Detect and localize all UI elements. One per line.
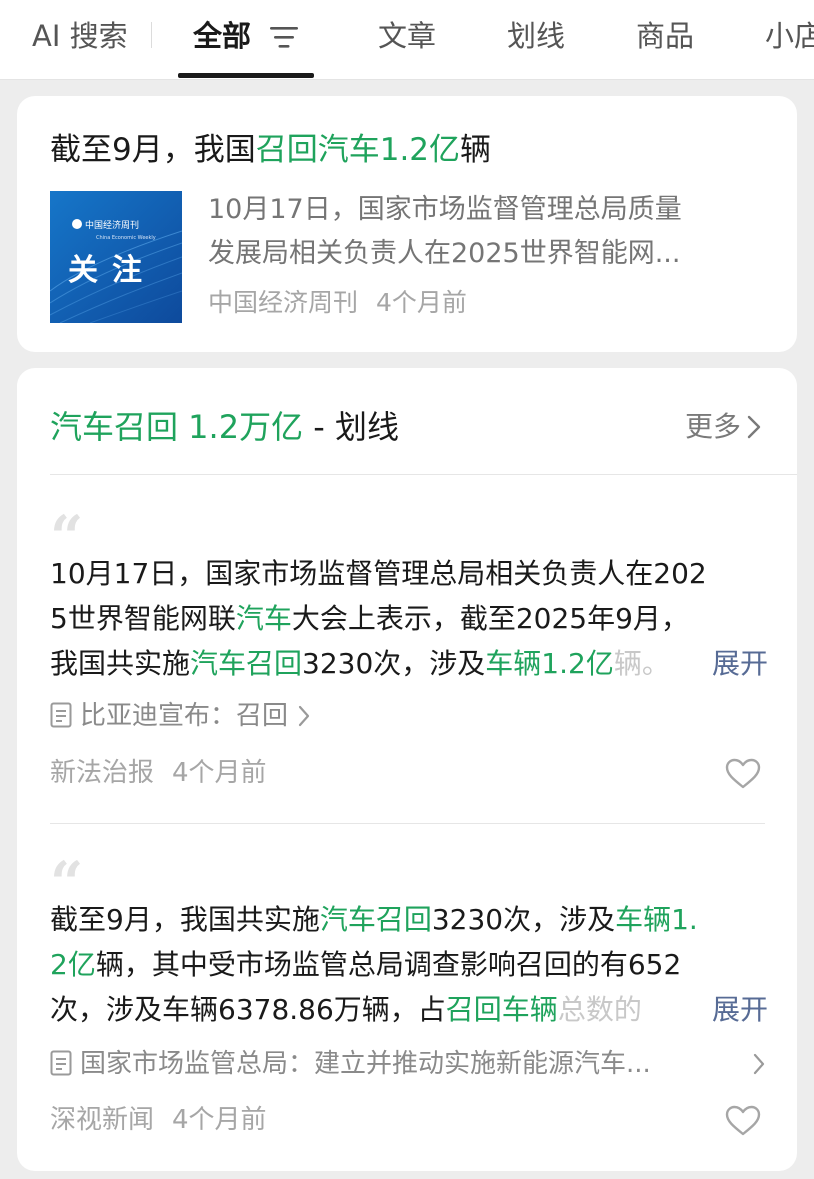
highlight-time: 4个月前 (172, 758, 267, 788)
heart-icon[interactable] (725, 758, 761, 790)
chevron-right-icon (298, 705, 310, 727)
article-time: 4个月前 (376, 288, 467, 317)
section-divider (50, 474, 797, 475)
article-summary: 10月17日，国家市场监督管理总局质量 发展局相关负责人在2025世界智能网..… (208, 194, 682, 269)
filter-icon[interactable] (270, 25, 300, 49)
chevron-right-icon (753, 1053, 765, 1075)
highlights-card: 汽车召回 1.2万亿 - 划线 更多 “ 10月17日，国家市场监督管理总局相关… (17, 368, 797, 1171)
search-tab-bar: AI 搜索 全部 文章 划线 商品 小店 (0, 0, 814, 80)
article-thumbnail[interactable]: 中国经济周刊 China Economic Weekly 关注 (50, 191, 182, 323)
highlight-meta: 新法治报 4个月前 (50, 755, 267, 791)
source-article-link[interactable]: 国家市场监管总局：建立并推动实施新能源汽车... (50, 1046, 765, 1082)
highlight-snippet[interactable]: 10月17日，国家市场监督管理总局相关负责人在202 5世界智能网联汽车大会上表… (50, 551, 768, 686)
title-keyword-highlight: 召回汽车1.2亿 (255, 132, 461, 168)
active-tab-indicator (178, 73, 314, 78)
highlight-snippet[interactable]: 截至9月，我国共实施汽车召回3230次，涉及车辆1. 2亿辆，其中受市场监管总局… (50, 897, 768, 1032)
heart-icon[interactable] (725, 1105, 761, 1137)
tab-stores[interactable]: 小店 (765, 16, 814, 56)
tab-divider (151, 22, 152, 48)
article-meta: 中国经济周刊 4个月前 (208, 286, 467, 320)
chevron-right-icon (747, 415, 761, 439)
expand-button[interactable]: 展开 (707, 641, 768, 686)
tab-articles[interactable]: 文章 (378, 16, 436, 56)
tab-highlights[interactable]: 划线 (507, 16, 565, 56)
source-article-link[interactable]: 比亚迪宣布：召回 (50, 698, 765, 734)
item-divider (50, 823, 765, 824)
tab-products[interactable]: 商品 (636, 16, 694, 56)
highlight-source[interactable]: 深视新闻 (50, 1105, 154, 1135)
highlight-meta: 深视新闻 4个月前 (50, 1102, 267, 1138)
thumbnail-logo-en: China Economic Weekly (96, 235, 156, 241)
article-title[interactable]: 截至9月，我国召回汽车1.2亿辆 (50, 130, 491, 170)
tab-ai-search[interactable]: AI 搜索 (32, 16, 128, 56)
highlight-source[interactable]: 新法治报 (50, 758, 154, 788)
article-source[interactable]: 中国经济周刊 (208, 288, 358, 317)
highlight-time: 4个月前 (172, 1105, 267, 1135)
article-result-card[interactable]: 截至9月，我国召回汽车1.2亿辆 中国经济周刊 China Economic W… (17, 96, 797, 352)
expand-button[interactable]: 展开 (707, 987, 768, 1032)
logo-mark-icon (72, 219, 82, 229)
document-icon (50, 702, 72, 728)
tab-all[interactable]: 全部 (193, 16, 251, 56)
highlights-section-title: 汽车召回 1.2万亿 - 划线 (50, 408, 399, 446)
more-button[interactable]: 更多 (685, 408, 761, 446)
thumbnail-logo: 中国经济周刊 (72, 219, 168, 232)
document-icon (50, 1050, 72, 1076)
thumbnail-caption: 关注 (68, 253, 156, 288)
